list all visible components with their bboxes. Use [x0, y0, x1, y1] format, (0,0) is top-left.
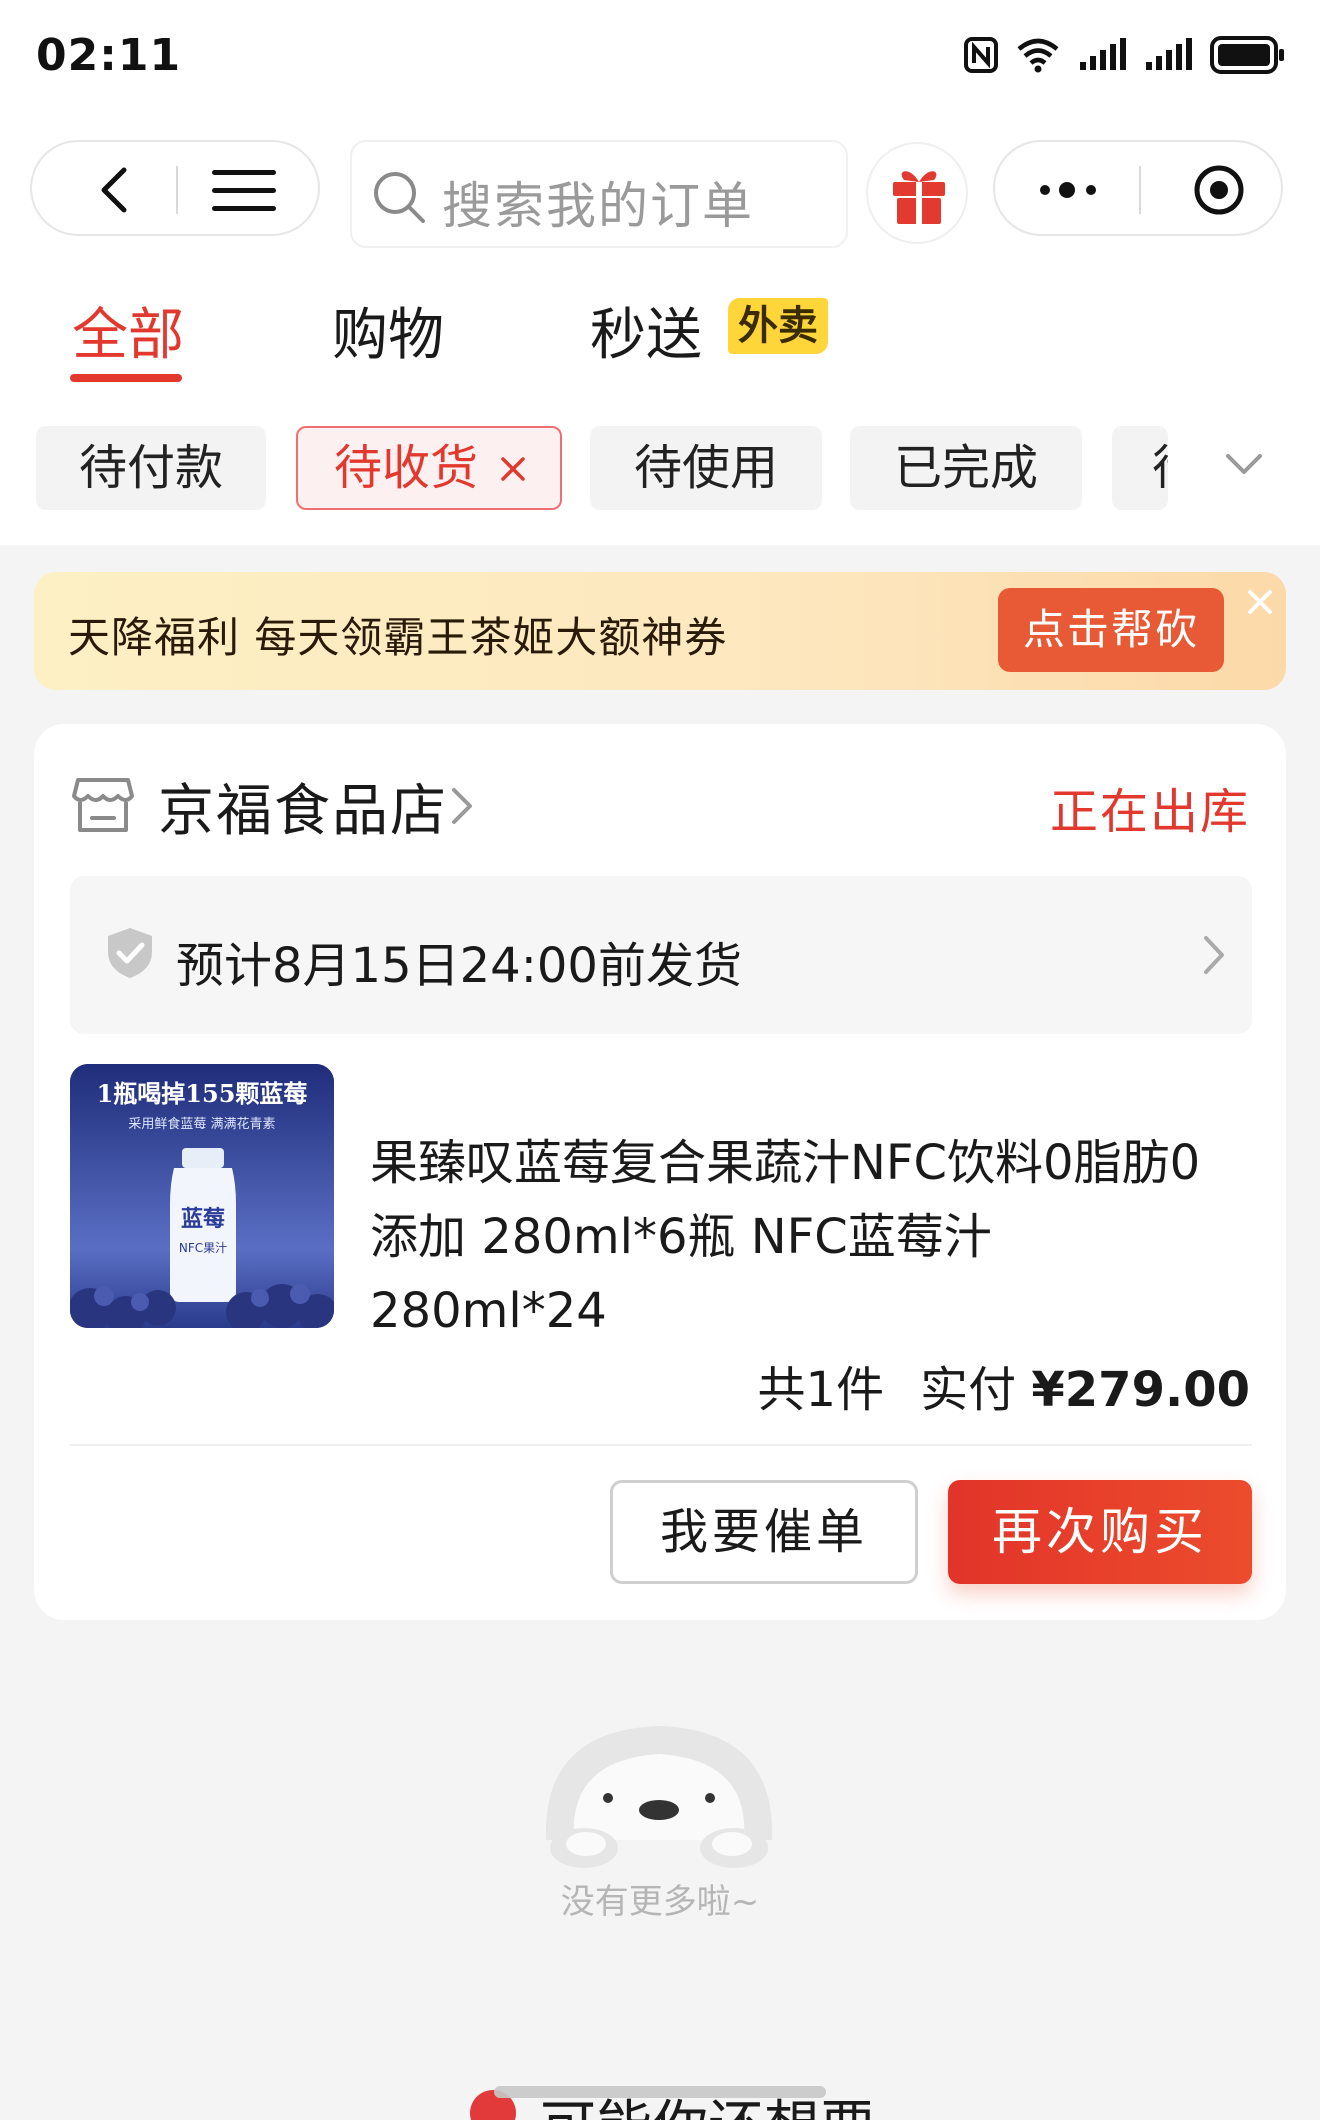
filter-chip-pending-receipt[interactable]: 待收货 [296, 426, 562, 510]
search-input[interactable]: 搜索我的订单 [350, 140, 848, 248]
promo-text: 天降福利 每天领霸王茶姬大额神券 [68, 613, 728, 662]
search-icon [374, 172, 425, 223]
tab-instant-delivery[interactable]: 秒送 [590, 290, 702, 371]
home-indicator[interactable] [494, 2086, 826, 2098]
nav-capsule-right [993, 140, 1283, 236]
back-icon[interactable] [90, 164, 142, 216]
close-miniapp-icon[interactable] [1191, 162, 1247, 218]
capsule-divider [176, 166, 178, 214]
wifi-icon [1017, 38, 1059, 73]
gift-button[interactable] [866, 142, 968, 244]
order-status: 正在出库 [1049, 784, 1250, 840]
filter-chip-to-use[interactable]: 待使用 [590, 426, 822, 510]
shipping-notice[interactable]: 预计8月15日24:00前发货 [70, 876, 1252, 1034]
mascot-dog-icon [545, 1726, 773, 1868]
promo-banner[interactable]: 天降福利 每天领霸王茶姬大额神券 点击帮砍 [34, 572, 1286, 690]
chevron-down-icon[interactable] [1222, 450, 1266, 480]
blueberry-juice-image: 1瓶喝掉155颗蓝莓 采用鲜食蓝莓 满满花青素 蓝莓 NFC果汁 [70, 1064, 334, 1328]
menu-icon[interactable] [208, 164, 280, 216]
shipping-text: 预计8月15日24:00前发货 [176, 938, 742, 994]
recommend-header: 可能你还想要 [470, 2078, 870, 2120]
store-name[interactable]: 京福食品店 [158, 766, 448, 847]
takeout-badge: 外卖 [728, 298, 828, 354]
order-summary: 共1件 实付 ¥279.00 [758, 1350, 1250, 1420]
gift-icon [893, 171, 945, 224]
paid-label: 实付 [920, 1362, 1017, 1418]
product-image-subline: 采用鲜食蓝莓 满满花青素 [128, 1116, 275, 1132]
tab-all[interactable]: 全部 [72, 290, 184, 371]
product-image-headline: 1瓶喝掉155颗蓝莓 [97, 1079, 308, 1108]
signal-2-icon [1146, 38, 1192, 70]
urge-order-button[interactable]: 我要催单 [610, 1480, 918, 1584]
nfc-icon [964, 37, 998, 73]
product-image-nfc-label: NFC果汁 [179, 1241, 227, 1255]
buy-again-button[interactable]: 再次购买 [948, 1480, 1252, 1584]
nav-capsule-left [30, 140, 320, 236]
tab-shopping[interactable]: 购物 [332, 290, 444, 371]
search-placeholder: 搜索我的订单 [442, 177, 754, 235]
signal-1-icon [1080, 38, 1126, 70]
tab-active-indicator [70, 374, 182, 382]
shield-icon [108, 928, 152, 978]
filter-chip-label: 待收货 [334, 440, 479, 496]
battery-icon [1210, 36, 1284, 74]
filter-chip-completed[interactable]: 已完成 [850, 426, 1082, 510]
close-icon[interactable] [1242, 584, 1278, 620]
filter-chip-to-review[interactable]: 待评价 [1112, 426, 1168, 510]
card-divider [70, 1444, 1252, 1446]
product-image-bottle-label: 蓝莓 [181, 1206, 225, 1232]
item-count: 共1件 [757, 1362, 885, 1418]
product-image[interactable]: 1瓶喝掉155颗蓝莓 采用鲜食蓝莓 满满花青素 蓝莓 NFC果汁 [70, 1064, 334, 1328]
product-title[interactable]: 果臻叹蓝莓复合果蔬汁NFC饮料0脂肪0添加 280ml*6瓶 NFC蓝莓汁 28… [370, 1126, 1240, 1348]
paid-group: 实付 ¥279.00 [920, 1350, 1250, 1420]
store-icon [72, 778, 134, 832]
order-card[interactable]: 京福食品店 正在出库 预计8月15日24:00前发货 1瓶喝掉155颗蓝莓 采用… [34, 724, 1286, 1620]
promo-button[interactable]: 点击帮砍 [998, 588, 1224, 672]
paid-amount: ¥279.00 [1031, 1362, 1250, 1418]
chevron-right-icon [1204, 936, 1224, 974]
more-icon[interactable] [1037, 172, 1101, 208]
capsule-divider [1139, 166, 1141, 214]
no-more-text: 没有更多啦~ [560, 1882, 760, 1922]
status-time: 02:11 [36, 30, 182, 81]
chevron-right-icon[interactable] [450, 786, 474, 826]
clear-filter-icon[interactable] [500, 456, 526, 482]
filter-chip-pending-payment[interactable]: 待付款 [36, 426, 266, 510]
status-icons [964, 36, 1286, 74]
